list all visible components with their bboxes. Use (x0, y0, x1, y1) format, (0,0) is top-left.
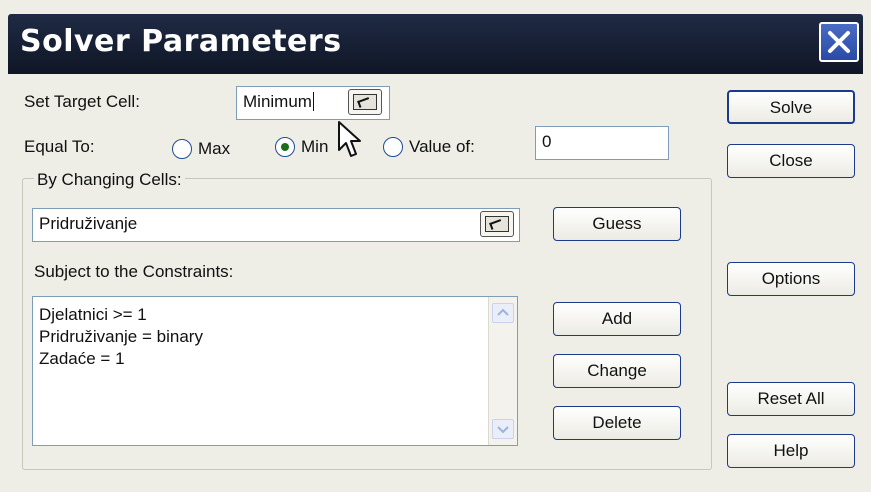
radio-min-label: Min (301, 137, 329, 156)
chevron-up-icon (497, 308, 509, 316)
scroll-up-button[interactable] (492, 303, 514, 323)
mouse-pointer-icon (337, 120, 361, 164)
radio-value-of-label: Value of: (409, 137, 475, 156)
change-constraint-button[interactable]: Change (553, 354, 681, 388)
scroll-down-button[interactable] (492, 419, 514, 439)
constraint-item[interactable]: Djelatnici >= 1 (39, 304, 203, 326)
help-button[interactable]: Help (727, 434, 855, 468)
changing-cells-input[interactable]: Pridruživanje (32, 208, 520, 242)
title-bar: Solver Parameters (8, 14, 863, 74)
solve-button[interactable]: Solve (727, 90, 855, 124)
equal-to-label: Equal To: (24, 137, 95, 156)
close-button[interactable]: Close (727, 144, 855, 178)
collapse-dialog-icon (485, 216, 509, 232)
target-cell-collapse-button[interactable] (348, 89, 382, 115)
target-cell-value: Minimum (243, 92, 312, 111)
value-of-input[interactable]: 0 (535, 126, 669, 160)
options-button[interactable]: Options (727, 262, 855, 296)
constraints-label: Subject to the Constraints: (34, 262, 234, 281)
radio-max[interactable] (172, 139, 192, 159)
constraints-scrollbar[interactable] (488, 297, 517, 445)
delete-constraint-button[interactable]: Delete (553, 406, 681, 440)
chevron-down-icon (497, 426, 509, 434)
radio-value-of[interactable] (383, 137, 403, 157)
window-title: Solver Parameters (20, 24, 342, 59)
radio-min[interactable] (275, 137, 295, 157)
target-cell-label: Set Target Cell: (24, 92, 140, 111)
solver-parameters-dialog: Solver Parameters Set Target Cell: Minim… (0, 0, 871, 492)
collapse-dialog-icon (353, 94, 377, 110)
close-window-button[interactable] (819, 22, 859, 62)
constraint-item[interactable]: Zadaće = 1 (39, 348, 203, 370)
constraints-list[interactable]: Djelatnici >= 1 Pridruživanje = binary Z… (32, 296, 518, 446)
reset-all-button[interactable]: Reset All (727, 382, 855, 416)
changing-cells-label: By Changing Cells: (34, 170, 185, 190)
guess-button[interactable]: Guess (553, 207, 681, 241)
constraint-item[interactable]: Pridruživanje = binary (39, 326, 203, 348)
radio-max-label: Max (198, 139, 231, 158)
add-constraint-button[interactable]: Add (553, 302, 681, 336)
changing-cells-collapse-button[interactable] (480, 211, 514, 237)
